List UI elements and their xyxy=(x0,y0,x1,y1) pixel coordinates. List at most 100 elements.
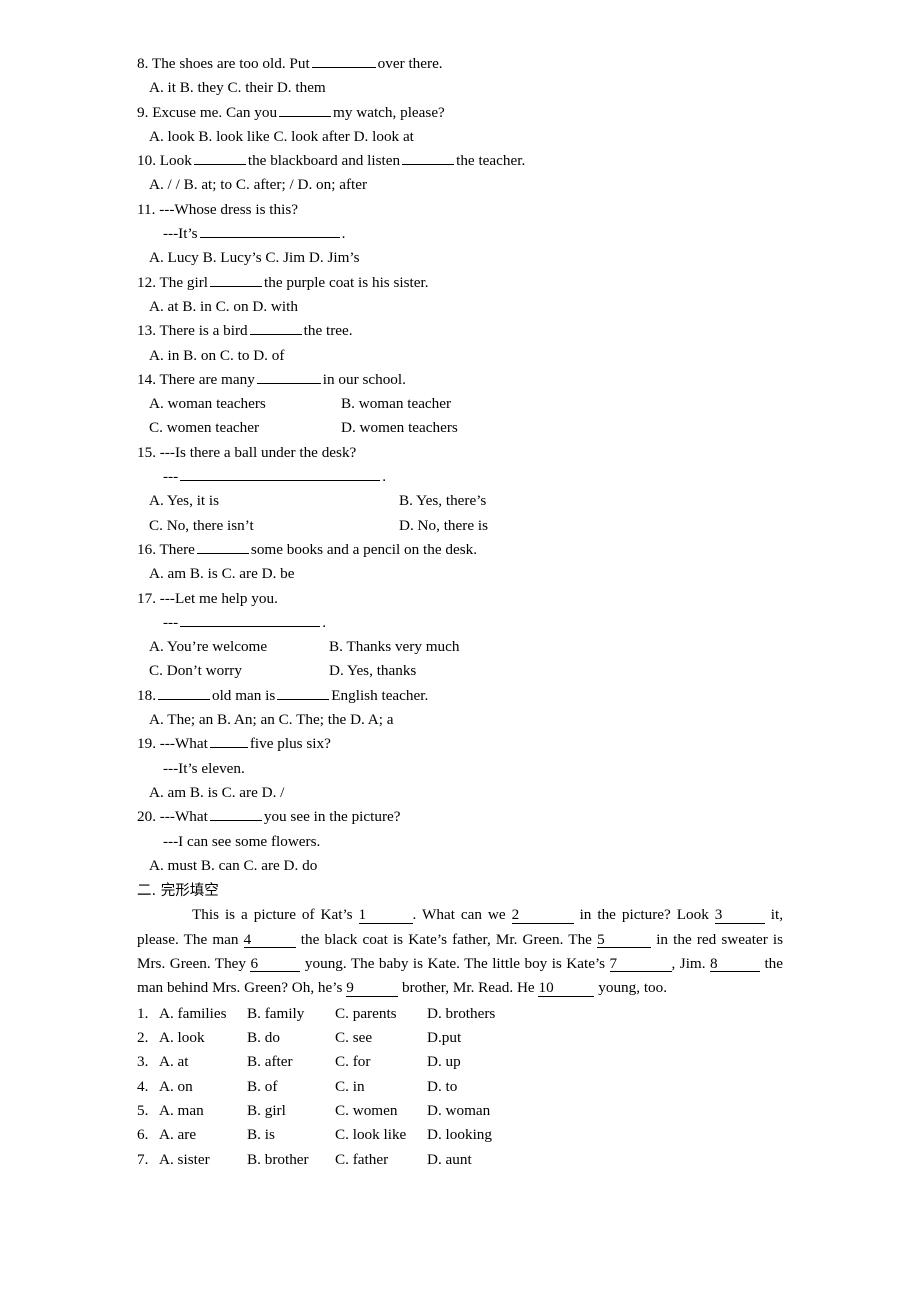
passage-text: . What can we xyxy=(412,906,506,924)
question-19-options[interactable]: A. am B. is C. are D. / xyxy=(149,781,783,805)
question-15-option-d[interactable]: D. No, there is xyxy=(399,514,488,538)
cloze-option-b[interactable]: B. is xyxy=(247,1123,335,1147)
cloze-option-d[interactable]: D. aunt xyxy=(427,1148,517,1172)
cloze-option-b[interactable]: B. of xyxy=(247,1075,335,1099)
cloze-option-row[interactable]: 4. A. on B. of C. in D. to xyxy=(137,1075,783,1099)
cloze-option-c[interactable]: C. father xyxy=(335,1148,427,1172)
question-19-text-after: five plus six? xyxy=(249,735,331,753)
question-15-option-c[interactable]: C. No, there isn’t xyxy=(149,514,399,538)
question-12-text-after: the purple coat is his sister. xyxy=(264,273,429,291)
question-11-response-after: . xyxy=(341,225,346,243)
question-17-option-d[interactable]: D. Yes, thanks xyxy=(329,659,416,683)
cloze-blank-9: 9 xyxy=(346,980,399,997)
answer-blank xyxy=(279,102,332,117)
cloze-option-d[interactable]: D.put xyxy=(427,1026,517,1050)
cloze-option-d[interactable]: D. brothers xyxy=(427,1002,517,1026)
answer-blank xyxy=(210,272,263,287)
cloze-option-a[interactable]: A. are xyxy=(159,1123,247,1147)
cloze-option-c[interactable]: C. for xyxy=(335,1050,427,1074)
cloze-option-a[interactable]: A. on xyxy=(159,1075,247,1099)
passage-text: , Jim. xyxy=(671,954,706,972)
cloze-option-a[interactable]: A. at xyxy=(159,1050,247,1074)
cloze-option-a[interactable]: A. man xyxy=(159,1099,247,1123)
question-8-text-before: 8. The shoes are too old. Put xyxy=(137,55,310,72)
question-14-option-b[interactable]: B. woman teacher xyxy=(341,392,451,416)
cloze-option-row[interactable]: 5. A. man B. girl C. women D. woman xyxy=(137,1099,783,1123)
cloze-option-a[interactable]: A. look xyxy=(159,1026,247,1050)
cloze-option-a[interactable]: A. families xyxy=(159,1002,247,1026)
cloze-option-c[interactable]: C. parents xyxy=(335,1002,427,1026)
question-11-options[interactable]: A. Lucy B. Lucy’s C. Jim D. Jim’s xyxy=(149,246,783,270)
question-14-options-row-1[interactable]: A. woman teachers B. woman teacher xyxy=(149,392,783,416)
answer-blank xyxy=(277,685,330,700)
question-17-option-b[interactable]: B. Thanks very much xyxy=(329,635,459,659)
question-19-stem: 19. ---What five plus six? xyxy=(137,732,783,756)
cloze-blank-4: 4 xyxy=(243,931,296,948)
answer-blank xyxy=(311,53,376,68)
answer-blank xyxy=(180,612,321,627)
cloze-option-row[interactable]: 2. A. look B. do C. see D.put xyxy=(137,1026,783,1050)
cloze-option-b[interactable]: B. girl xyxy=(247,1099,335,1123)
cloze-option-row[interactable]: 7. A. sister B. brother C. father D. aunt xyxy=(137,1148,783,1172)
question-12-options[interactable]: A. at B. in C. on D. with xyxy=(149,295,783,319)
question-15-stem: 15. ---Is there a ball under the desk? xyxy=(137,443,357,461)
question-15-option-b[interactable]: B. Yes, there’s xyxy=(399,489,486,513)
question-13-options[interactable]: A. in B. on C. to D. of xyxy=(149,344,783,368)
cloze-option-b[interactable]: B. brother xyxy=(247,1148,335,1172)
question-10-options[interactable]: A. / / B. at; to C. after; / D. on; afte… xyxy=(149,173,783,197)
cloze-option-c[interactable]: C. see xyxy=(335,1026,427,1050)
cloze-blank-3: 3 xyxy=(714,907,765,924)
question-8-options[interactable]: A. it B. they C. their D. them xyxy=(149,76,783,100)
question-15-options-row-1[interactable]: A. Yes, it is B. Yes, there’s xyxy=(149,489,783,513)
question-14-text-after: in our school. xyxy=(322,370,406,388)
question-15-option-a[interactable]: A. Yes, it is xyxy=(149,489,399,513)
cloze-option-b[interactable]: B. after xyxy=(247,1050,335,1074)
passage-text: in the picture? Look xyxy=(579,906,709,924)
cloze-option-c[interactable]: C. in xyxy=(335,1075,427,1099)
answer-blank xyxy=(196,539,249,554)
question-14-stem: 14. There are many in our school. xyxy=(137,368,783,392)
question-18-options[interactable]: A. The; an B. An; an C. The; the D. A; a xyxy=(149,708,783,732)
question-18-text-after: English teacher. xyxy=(331,686,429,704)
question-9-text-before: 9. Excuse me. Can you xyxy=(137,103,278,121)
question-14-option-a[interactable]: A. woman teachers xyxy=(149,392,341,416)
question-17-option-a[interactable]: A. You’re welcome xyxy=(149,635,329,659)
cloze-option-c[interactable]: C. look like xyxy=(335,1123,427,1147)
answer-blank xyxy=(256,369,321,384)
question-17-options-row-1[interactable]: A. You’re welcome B. Thanks very much xyxy=(149,635,783,659)
question-16-options[interactable]: A. am B. is C. are D. be xyxy=(149,562,783,586)
cloze-option-row[interactable]: 1. A. families B. family C. parents D. broth… xyxy=(137,1002,783,1026)
question-9-options[interactable]: A. look B. look like C. look after D. lo… xyxy=(149,125,783,149)
cloze-blank-5: 5 xyxy=(597,931,652,948)
cloze-item-number: 4. xyxy=(137,1077,149,1095)
question-11-response-line: ---It’s. xyxy=(163,222,783,246)
question-17-options-row-2[interactable]: C. Don’t worry D. Yes, thanks xyxy=(149,659,783,683)
cloze-option-d[interactable]: D. up xyxy=(427,1050,517,1074)
question-12-stem: 12. The girl the purple coat is his siste… xyxy=(137,271,783,295)
answer-blank xyxy=(209,806,262,822)
cloze-option-row[interactable]: 3. A. at B. after C. for D. up xyxy=(137,1050,783,1074)
question-9-stem: 9. Excuse me. Can you my watch, please? xyxy=(137,101,783,125)
cloze-option-d[interactable]: D. looking xyxy=(427,1123,517,1147)
question-16-text-after: some books and a pencil on the desk. xyxy=(250,540,477,558)
cloze-option-row[interactable]: 6. A. are B. is C. look like D. looking xyxy=(137,1123,783,1147)
question-15-response-before: --- xyxy=(163,468,179,486)
question-15-options-row-2[interactable]: C. No, there isn’t D. No, there is xyxy=(149,514,783,538)
cloze-options-list: 1. A. families B. family C. parents D. broth… xyxy=(137,1002,783,1172)
cloze-option-d[interactable]: D. woman xyxy=(427,1099,517,1123)
question-13-text-after: the tree. xyxy=(303,322,353,340)
cloze-option-b[interactable]: B. do xyxy=(247,1026,335,1050)
cloze-option-a[interactable]: A. sister xyxy=(159,1148,247,1172)
question-14-options-row-2[interactable]: C. women teacher D. women teachers xyxy=(149,416,783,440)
question-17-option-c[interactable]: C. Don’t worry xyxy=(149,659,329,683)
question-14-option-d[interactable]: D. women teachers xyxy=(341,416,458,440)
question-14-option-c[interactable]: C. women teacher xyxy=(149,416,341,440)
cloze-option-d[interactable]: D. to xyxy=(427,1075,517,1099)
passage-text: young, too. xyxy=(598,979,668,997)
cloze-option-c[interactable]: C. women xyxy=(335,1099,427,1123)
question-11-response-before: ---It’s xyxy=(163,225,198,243)
question-8-stem: 8. The shoes are too old. Put over there. xyxy=(137,52,783,76)
question-20-options[interactable]: A. must B. can C. are D. do xyxy=(149,854,783,878)
question-19-response-line: ---It’s eleven. xyxy=(163,759,245,777)
cloze-option-b[interactable]: B. family xyxy=(247,1002,335,1026)
